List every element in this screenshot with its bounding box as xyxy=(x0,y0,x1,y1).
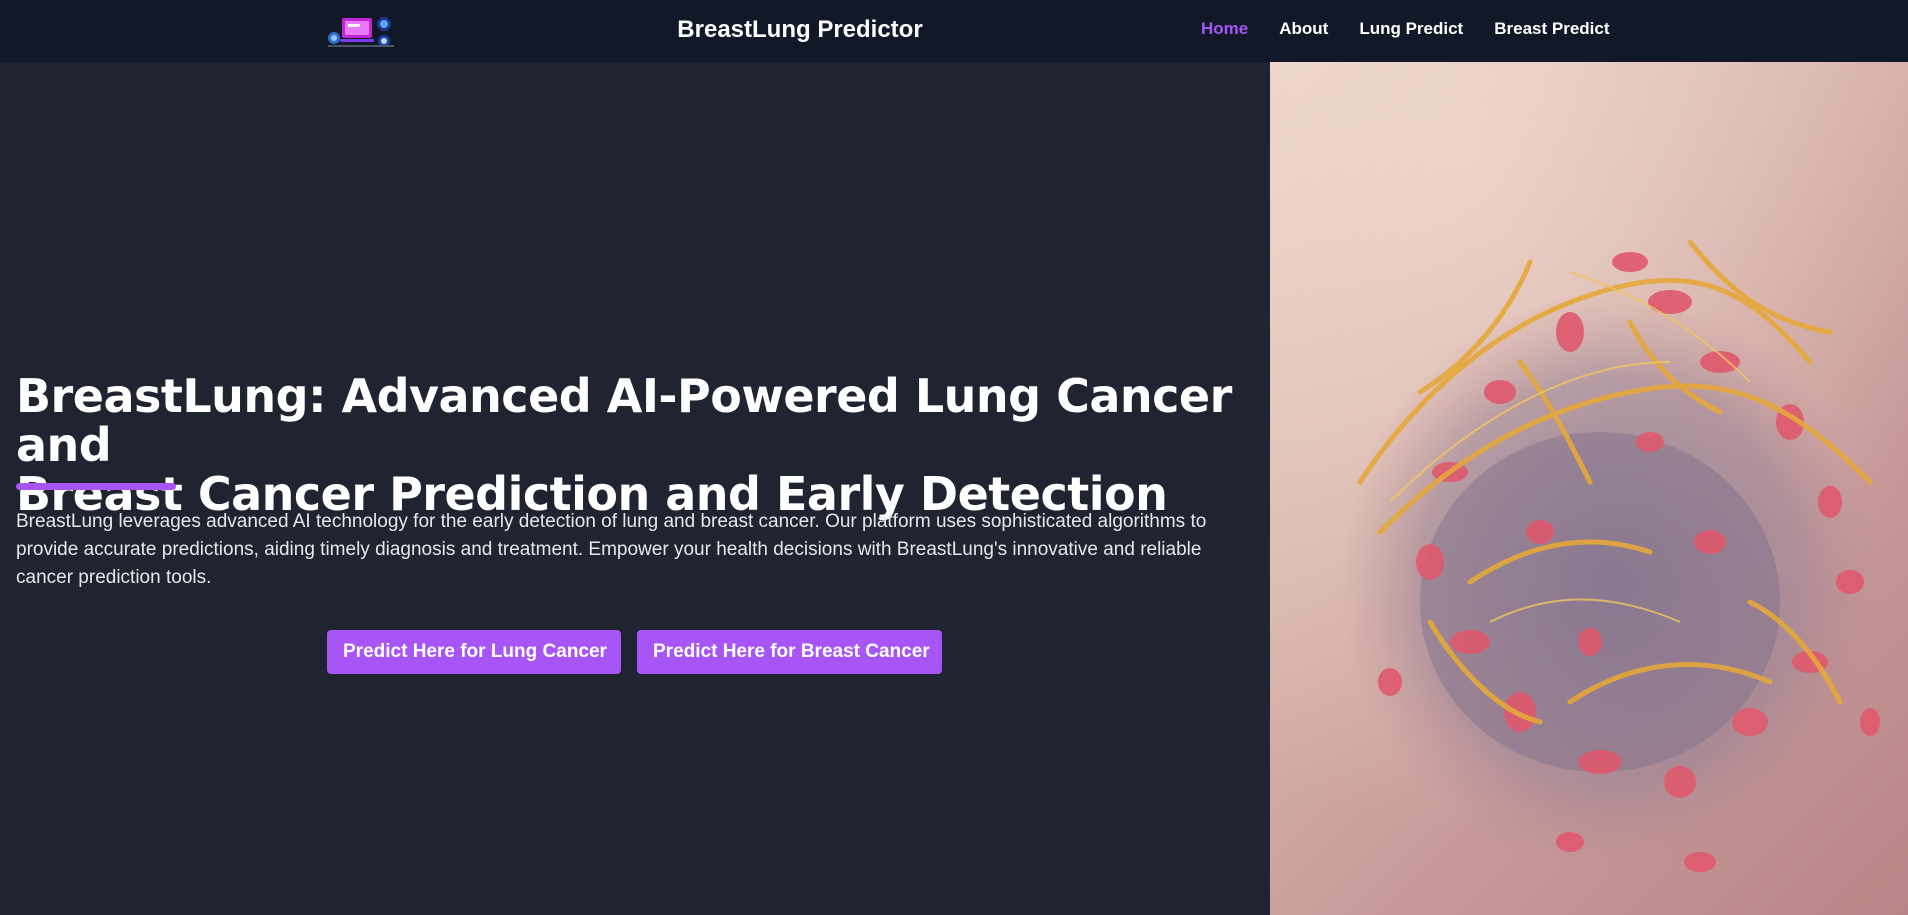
cancer-cell-image xyxy=(1270,62,1908,915)
hero-title: BreastLung: Advanced AI-Powered Lung Can… xyxy=(16,372,1256,519)
nav-breast-predict[interactable]: Breast Predict xyxy=(1494,19,1609,39)
hero-title-line1: BreastLung: Advanced AI-Powered Lung Can… xyxy=(16,369,1232,472)
nav-lung-predict[interactable]: Lung Predict xyxy=(1359,19,1463,39)
title-underline xyxy=(16,483,176,490)
nav-home[interactable]: Home xyxy=(1201,19,1248,39)
nav-about[interactable]: About xyxy=(1279,19,1328,39)
predict-breast-button[interactable]: Predict Here for Breast Cancer xyxy=(637,630,942,674)
predict-lung-button[interactable]: Predict Here for Lung Cancer xyxy=(327,630,621,674)
main-nav: Home About Lung Predict Breast Predict xyxy=(1201,19,1610,39)
navbar: BreastLung Predictor Home About Lung Pre… xyxy=(0,0,1908,62)
hero-section: BreastLung: Advanced AI-Powered Lung Can… xyxy=(0,62,1270,915)
hero-description: BreastLung leverages advanced AI technol… xyxy=(16,511,1207,588)
